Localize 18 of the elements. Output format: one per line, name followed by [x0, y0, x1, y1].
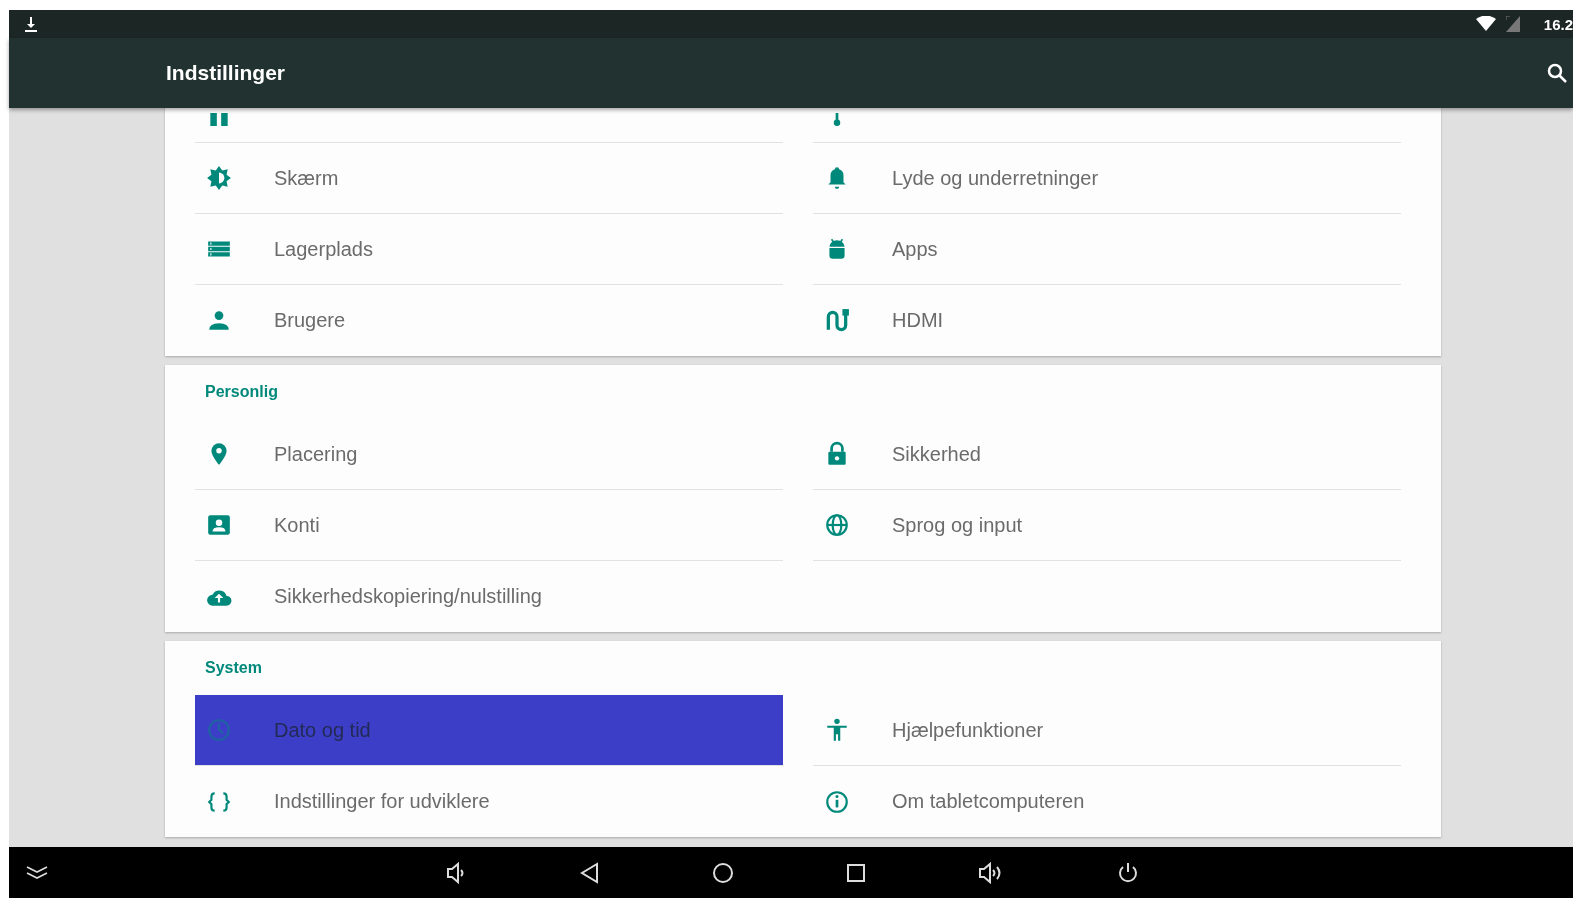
app-title: Indstillinger — [166, 61, 286, 85]
settings-item[interactable]: Sikkerhed — [813, 419, 1401, 490]
settings-item[interactable]: Lagerplads — [195, 214, 783, 285]
settings-item[interactable]: Lyde og underretninger — [813, 143, 1401, 214]
settings-item[interactable]: Sikkerhedskopiering/nulstilling — [195, 561, 783, 632]
settings-item[interactable]: Skærm — [195, 143, 783, 214]
settings-item[interactable]: Indstillinger for udviklere — [195, 766, 783, 837]
settings-item[interactable]: Hjælpefunktioner — [813, 695, 1401, 766]
section-header: Personlig — [204, 382, 279, 402]
section-header: System — [204, 658, 263, 678]
settings-item[interactable]: Konti — [195, 490, 783, 561]
settings-item[interactable]: Apps — [813, 214, 1401, 285]
settings-item[interactable]: Om tabletcomputeren — [813, 766, 1401, 837]
settings-item[interactable]: HDMI — [813, 285, 1401, 356]
settings-item[interactable]: Sprog og input — [813, 490, 1401, 561]
status-time: 16.2 — [1543, 15, 1573, 33]
settings-item[interactable]: Brugere — [195, 285, 783, 356]
settings-item[interactable]: Placering — [195, 419, 783, 490]
